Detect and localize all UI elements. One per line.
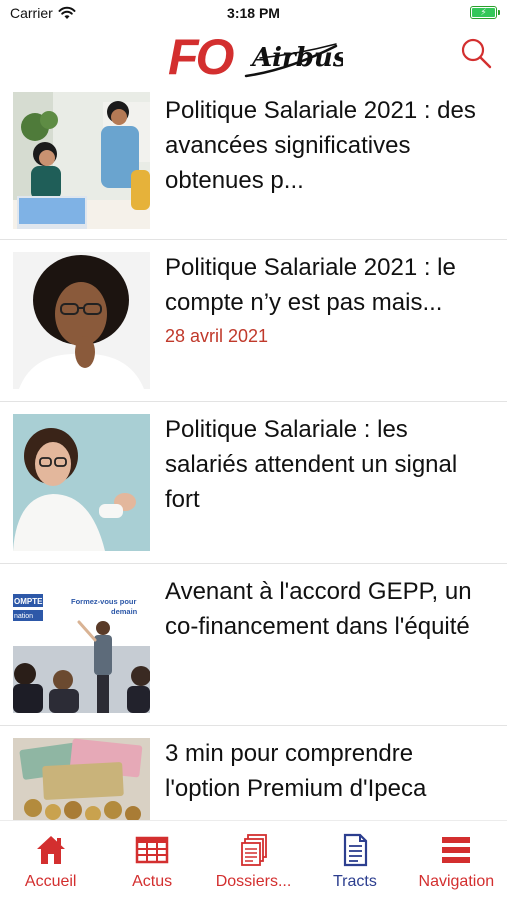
tab-label: Navigation <box>418 873 495 890</box>
article-thumbnail <box>13 738 150 820</box>
tab-actus[interactable]: Actus <box>101 821 202 900</box>
fo-airbus-logo: FO Airbus <box>168 29 343 84</box>
tab-accueil[interactable]: Accueil <box>0 821 101 900</box>
documents-icon <box>240 834 267 866</box>
tab-label: Dossiers... <box>215 873 292 890</box>
article-title: Politique Salariale 2021 : le compte n’y… <box>165 254 456 316</box>
article-thumbnail <box>13 252 150 389</box>
svg-text:demain: demain <box>111 607 138 616</box>
clock: 3:18 PM <box>227 5 280 21</box>
article-thumbnail <box>13 92 150 229</box>
battery-icon: ⚡ <box>470 6 500 19</box>
article-item[interactable]: 3 min pour comprendre l'option Premium d… <box>0 726 507 820</box>
document-icon <box>343 833 368 867</box>
home-icon <box>36 836 65 864</box>
tab-label: Accueil <box>24 873 77 890</box>
article-thumbnail: OMPTE nation Formez-vous pour demain <box>13 576 150 713</box>
tab-tracts[interactable]: Tracts <box>304 821 405 900</box>
tab-bar: Accueil Actus Dossiers... Tracts Navigat… <box>0 820 507 900</box>
svg-text:OMPTE: OMPTE <box>14 597 43 606</box>
svg-text:Formez-vous pour: Formez-vous pour <box>71 597 137 606</box>
tab-dossiers[interactable]: Dossiers... <box>203 821 304 900</box>
search-icon[interactable] <box>459 36 493 70</box>
article-date: 28 avril 2021 <box>165 326 269 346</box>
tab-navigation[interactable]: Navigation <box>406 821 507 900</box>
article-item[interactable]: Politique Salariale : les salariés atten… <box>0 402 507 564</box>
article-item[interactable]: Politique Salariale 2021 : le compte n’y… <box>0 240 507 402</box>
article-title: 3 min pour comprendre l'option Premium d… <box>165 740 427 802</box>
tab-label: Tracts <box>332 873 377 890</box>
article-title: Politique Salariale : les salariés atten… <box>165 416 458 513</box>
article-item[interactable]: Politique Salariale 2021 : des avancées … <box>0 90 507 240</box>
article-item[interactable]: OMPTE nation Formez-vous pour demain Ave… <box>0 564 507 726</box>
app-header: FO Airbus <box>0 26 507 88</box>
article-title: Politique Salariale 2021 : des avancées … <box>165 97 476 194</box>
menu-icon <box>442 837 471 863</box>
tab-label: Actus <box>132 873 173 890</box>
svg-text:nation: nation <box>14 613 33 620</box>
article-title: Avenant à l'accord GEPP, un co-financeme… <box>165 578 472 640</box>
news-grid-icon <box>135 836 169 864</box>
article-thumbnail <box>13 414 150 551</box>
status-bar: Carrier 3:18 PM ⚡ <box>0 0 507 26</box>
svg-text:FO: FO <box>168 29 235 84</box>
article-list[interactable]: Politique Salariale 2021 : des avancées … <box>0 90 507 820</box>
